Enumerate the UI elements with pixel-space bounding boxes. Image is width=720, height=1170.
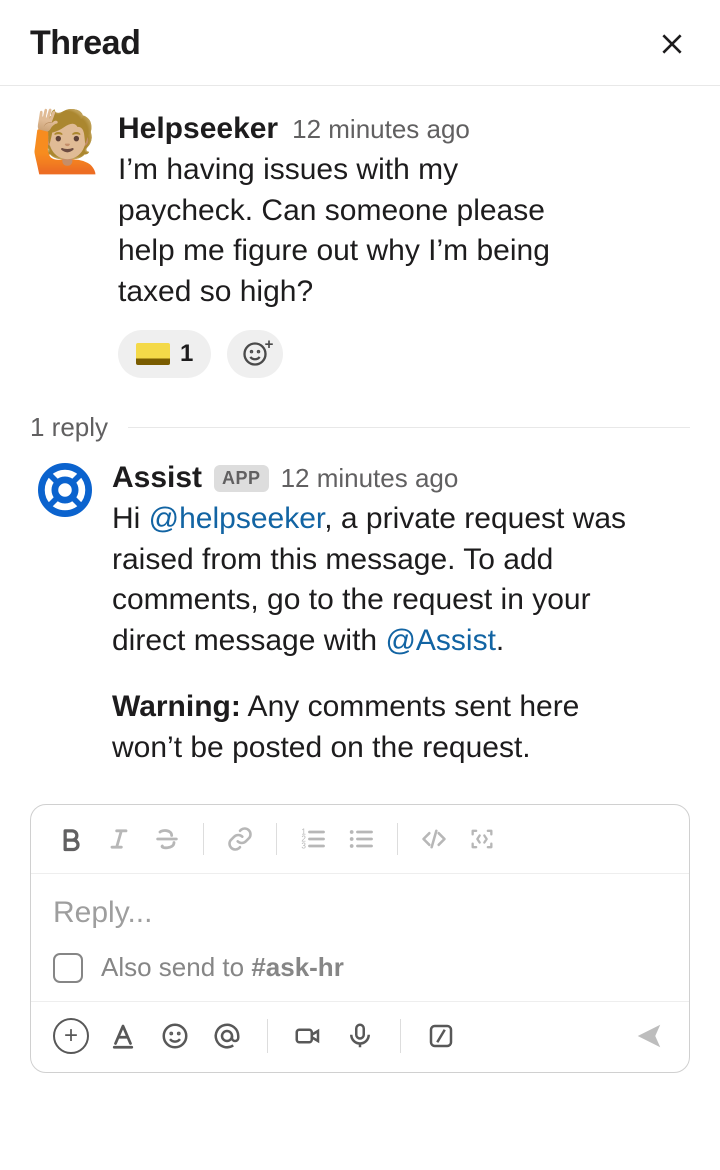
also-send-channel: #ask-hr: [251, 952, 344, 982]
link-button[interactable]: [218, 817, 262, 861]
message-body: I’m having issues with my paycheck. Can …: [118, 150, 588, 312]
toolbar-divider: [203, 823, 204, 855]
strike-button[interactable]: [145, 817, 189, 861]
warning-text: Warning: Any comments sent here won’t be…: [112, 687, 652, 768]
mention-button[interactable]: [205, 1014, 249, 1058]
ordered-list-icon: 123: [299, 825, 327, 853]
thread-title: Thread: [30, 24, 140, 63]
message-timestamp: 12 minutes ago: [292, 114, 470, 145]
format-toggle-button[interactable]: [101, 1014, 145, 1058]
ticket-icon: [136, 343, 170, 365]
send-icon: [634, 1021, 664, 1051]
also-send-row: Also send to #ask-hr: [31, 952, 689, 1001]
divider: [128, 427, 690, 428]
actions-divider: [267, 1019, 268, 1053]
close-button[interactable]: [654, 26, 690, 62]
at-icon: [212, 1021, 242, 1051]
emoji-button[interactable]: [153, 1014, 197, 1058]
avatar-helpseeker: 🙋🏼: [30, 112, 100, 378]
slash-box-icon: [426, 1021, 456, 1051]
bold-icon: [57, 825, 85, 853]
message-timestamp: 12 minutes ago: [281, 463, 459, 494]
bullet-list-icon: [347, 825, 375, 853]
author-name[interactable]: Helpseeker: [118, 112, 278, 146]
attach-button[interactable]: +: [49, 1014, 93, 1058]
message-body: Hi @helpseeker, a private request was ra…: [112, 499, 652, 661]
smile-icon: [160, 1021, 190, 1051]
also-send-label: Also send to #ask-hr: [101, 952, 344, 983]
video-icon: [293, 1021, 323, 1051]
send-button[interactable]: [627, 1014, 671, 1058]
text-format-icon: [108, 1021, 138, 1051]
italic-button[interactable]: [97, 817, 141, 861]
bullet-list-button[interactable]: [339, 817, 383, 861]
link-icon: [226, 825, 254, 853]
avatar-assist: [36, 461, 94, 519]
lifebuoy-icon: [38, 463, 92, 517]
also-send-checkbox[interactable]: [53, 953, 83, 983]
add-reaction-button[interactable]: +: [227, 330, 283, 378]
toolbar-divider: [276, 823, 277, 855]
reply-composer: 123 Reply... Also send to #ask-hr: [30, 804, 690, 1073]
reaction-count: 1: [180, 340, 193, 368]
thread-header: Thread: [0, 0, 720, 86]
audio-button[interactable]: [338, 1014, 382, 1058]
format-toolbar: 123: [31, 805, 689, 874]
video-button[interactable]: [286, 1014, 330, 1058]
reply-input[interactable]: Reply...: [31, 874, 689, 952]
bold-button[interactable]: [49, 817, 93, 861]
author-name[interactable]: Assist: [112, 461, 202, 495]
original-message: 🙋🏼 Helpseeker 12 minutes ago I’m having …: [30, 86, 690, 378]
code-block-button[interactable]: [460, 817, 504, 861]
reaction-ticket[interactable]: 1: [118, 330, 211, 378]
ordered-list-button[interactable]: 123: [291, 817, 335, 861]
code-block-icon: [468, 825, 496, 853]
svg-text:3: 3: [301, 841, 306, 850]
close-icon: [659, 31, 685, 57]
italic-icon: [105, 825, 133, 853]
microphone-icon: [345, 1021, 375, 1051]
shortcuts-button[interactable]: [419, 1014, 463, 1058]
mention-helpseeker[interactable]: @helpseeker: [149, 502, 325, 535]
app-badge: APP: [214, 465, 269, 492]
replies-separator: 1 reply: [30, 412, 690, 443]
code-button[interactable]: [412, 817, 456, 861]
toolbar-divider: [397, 823, 398, 855]
mention-assist[interactable]: @Assist: [385, 624, 495, 657]
replies-count: 1 reply: [30, 412, 108, 443]
composer-actions: +: [31, 1001, 689, 1072]
plus-circle-icon: +: [53, 1018, 89, 1054]
code-icon: [420, 825, 448, 853]
reply-message: Assist APP 12 minutes ago Hi @helpseeker…: [30, 461, 690, 768]
actions-divider: [400, 1019, 401, 1053]
strike-icon: [153, 825, 181, 853]
